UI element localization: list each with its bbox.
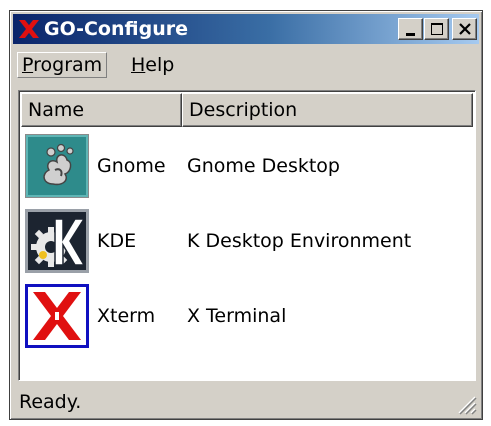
column-name-header[interactable]: Name (21, 93, 182, 127)
list-item-kde[interactable]: KDE K Desktop Environment (21, 204, 473, 278)
close-button[interactable] (452, 18, 477, 40)
list-item-description: Gnome Desktop (187, 155, 340, 177)
close-icon (459, 23, 471, 35)
list-header: Name Description (21, 93, 473, 127)
application-list[interactable]: Name Description Gnome Gnome Desktop KDE… (18, 90, 476, 381)
minimize-button[interactable] (398, 18, 423, 40)
maximize-icon (431, 23, 443, 35)
x-terminal-icon (25, 284, 89, 348)
app-window: GO-Configure Program Help Name Descripti… (9, 10, 483, 420)
menu-help[interactable]: Help (127, 52, 178, 78)
list-item-gnome[interactable]: Gnome Gnome Desktop (21, 129, 473, 203)
list-item-name: Xterm (97, 305, 156, 327)
maximize-button[interactable] (424, 18, 449, 40)
gnome-foot-icon (25, 134, 89, 198)
window-title: GO-Configure (44, 18, 188, 40)
kde-gear-icon (25, 209, 89, 273)
minimize-icon (406, 33, 415, 36)
status-bar: Ready. (13, 387, 479, 417)
menu-bar: Program Help (13, 48, 479, 82)
list-item-xterm[interactable]: Xterm X Terminal (21, 279, 473, 353)
list-item-description: X Terminal (187, 305, 287, 327)
list-item-name: Gnome (97, 155, 166, 177)
title-bar[interactable]: GO-Configure (13, 14, 479, 44)
x-logo-icon (19, 20, 39, 38)
list-item-description: K Desktop Environment (187, 230, 412, 252)
list-item-name: KDE (97, 230, 137, 252)
status-text: Ready. (19, 391, 82, 413)
column-description-header[interactable]: Description (182, 93, 473, 127)
menu-program[interactable]: Program (17, 52, 108, 78)
resize-grip-icon[interactable] (455, 393, 477, 415)
